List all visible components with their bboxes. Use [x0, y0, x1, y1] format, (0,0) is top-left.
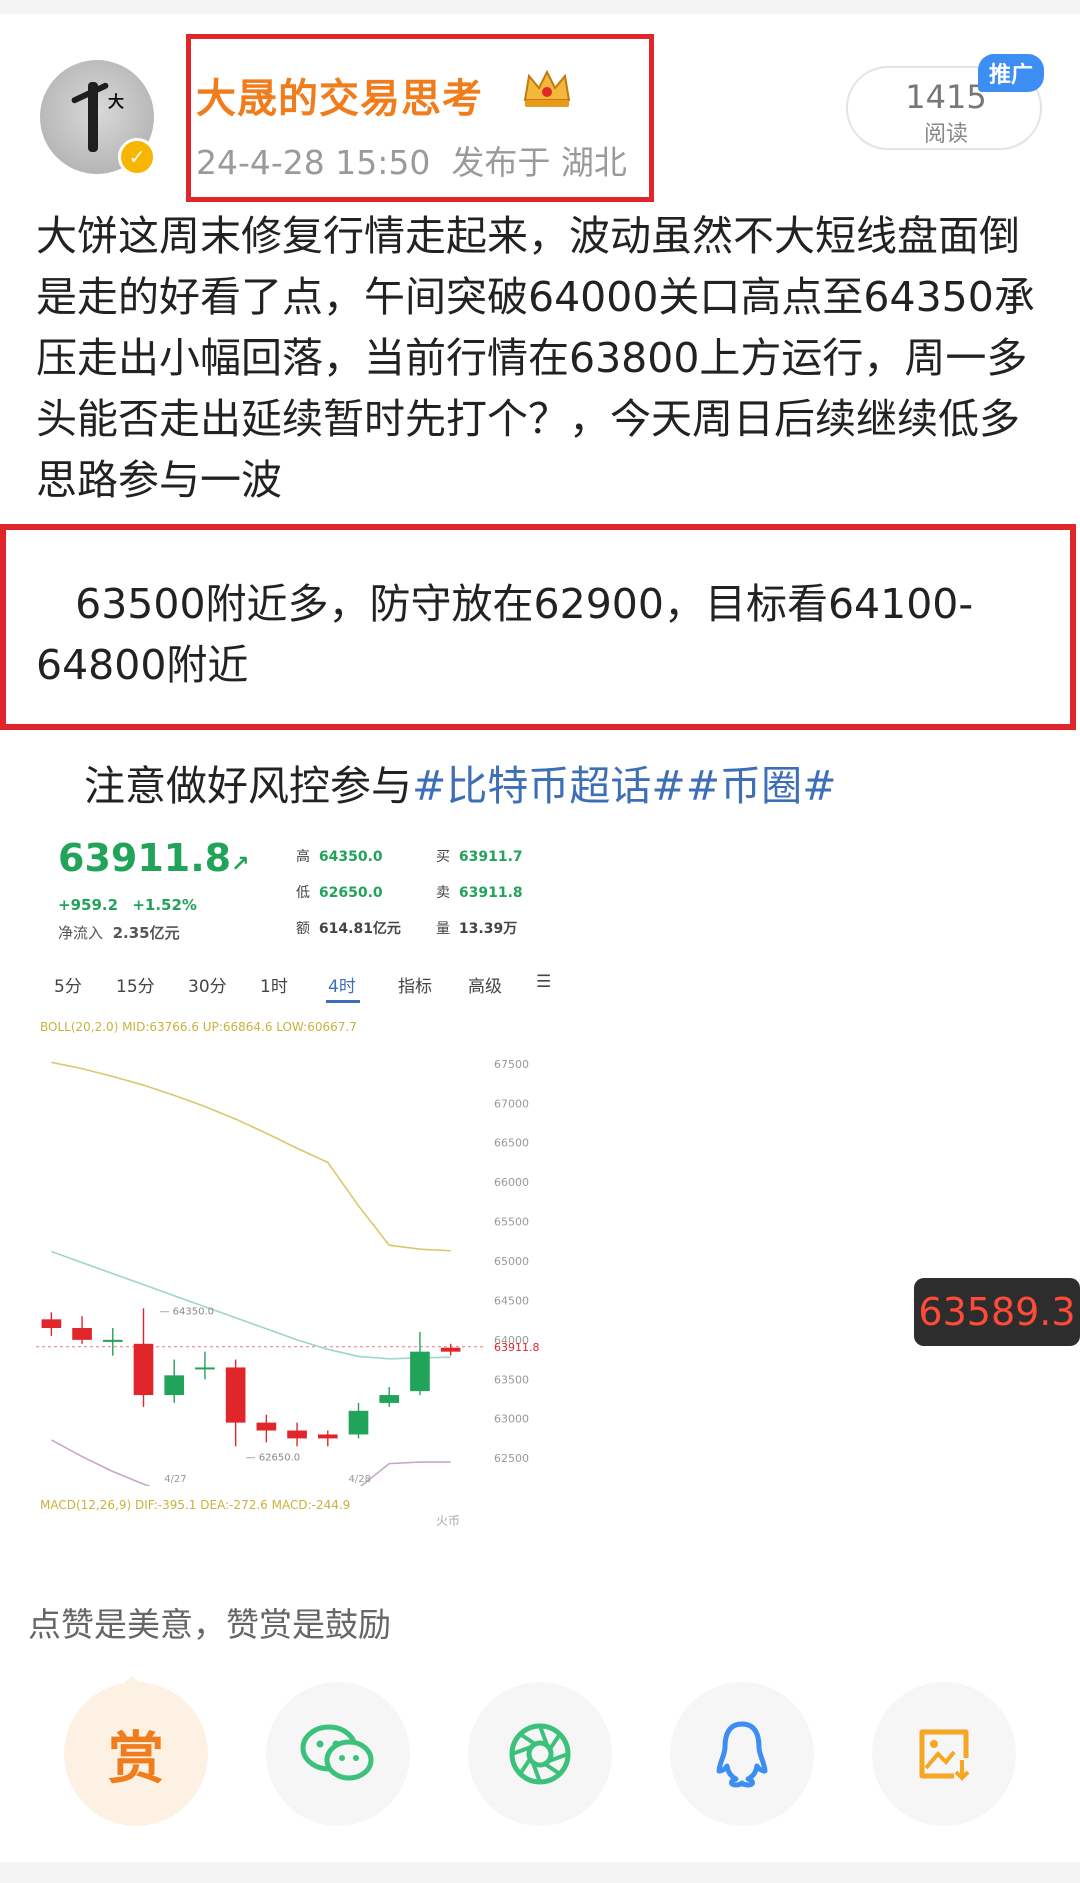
tab-5m[interactable]: 5分 — [54, 972, 82, 997]
candle-body — [133, 1343, 154, 1396]
date-label: 4/28 — [349, 1474, 371, 1485]
candle-body — [379, 1395, 400, 1403]
chart-ask: 卖 63911.8 — [436, 885, 523, 901]
wechat-icon — [300, 1724, 374, 1781]
chart-screenshot[interactable]: 63911.8↗ +959.2 +1.52% 净流入 2.35亿元 高 6435… — [36, 826, 576, 1536]
save-image-icon — [919, 1729, 970, 1781]
candle-body — [348, 1410, 369, 1435]
candle-body — [102, 1339, 123, 1342]
y-tick-label: 65500 — [494, 1216, 529, 1229]
share-wechat-button[interactable] — [266, 1682, 410, 1826]
bottom-divider — [0, 1862, 1080, 1883]
boll-upper-line — [51, 1061, 451, 1252]
chart-watermark: 火币 — [436, 1514, 461, 1528]
candle-body — [317, 1434, 338, 1439]
share-qq-button[interactable] — [670, 1682, 814, 1826]
y-tick-label: 67500 — [494, 1058, 529, 1071]
boll-readout: BOLL(20,2.0) MID:63766.6 UP:66864.6 LOW:… — [40, 1020, 357, 1034]
qq-icon — [716, 1721, 768, 1788]
y-tick-label: 66000 — [494, 1176, 529, 1189]
top-divider — [0, 0, 1080, 14]
chart-settings-icon[interactable]: ☰ — [536, 972, 551, 992]
location: 发布于 湖北 — [451, 143, 627, 182]
reward-icon: 赏 — [108, 1726, 164, 1792]
post-paragraph-3: 注意做好风控参与#比特币超话##币圈# — [84, 762, 837, 810]
reward-button[interactable]: 赏 — [64, 1682, 208, 1826]
crown-icon — [523, 69, 571, 107]
chart-timeframe-tabs: 5分 15分 30分 1时 4时 指标 高级 ☰ — [36, 966, 576, 1006]
candle-body — [195, 1367, 215, 1370]
candlestick-chart: 6750067000665006600065500650006450064000… — [36, 1058, 540, 1486]
moments-icon — [509, 1723, 571, 1785]
chart-volume: 量 13.39万 — [436, 921, 518, 937]
candle-body — [72, 1328, 92, 1340]
tab-advanced[interactable]: 高级 — [468, 972, 502, 997]
promo-badge[interactable]: 推广 — [978, 54, 1044, 92]
reward-caption: 点赞是美意，赞赏是鼓励 — [28, 1605, 391, 1644]
save-image-button[interactable] — [872, 1682, 1016, 1826]
timestamp: 24-4-28 15:50 — [196, 143, 431, 182]
y-tick-label: 62500 — [494, 1452, 529, 1465]
post-paragraph-2: 63500附近多，防守放在62900，目标看64100-64800附近 — [36, 574, 1036, 696]
trade-plan-text: 63500附近多，防守放在62900，目标看64100-64800附近 — [36, 580, 974, 689]
chart-amount: 额 614.81亿元 — [296, 921, 401, 937]
chart-change: +959.2 +1.52% — [58, 896, 197, 914]
active-tab-indicator — [326, 1000, 360, 1003]
y-tick-label: 64500 — [494, 1294, 529, 1307]
candle-body — [41, 1319, 62, 1329]
chart-bid: 买 63911.7 — [436, 849, 523, 865]
chart-low: 低 62650.0 — [296, 885, 383, 901]
chart-high: 高 64350.0 — [296, 849, 383, 865]
date-label: 4/27 — [164, 1474, 186, 1485]
candle-body — [287, 1430, 307, 1439]
high-marker-label: — 64350.0 — [160, 1306, 215, 1317]
tab-1h[interactable]: 1时 — [260, 972, 288, 997]
chart-price: 63911.8↗ — [58, 836, 250, 880]
hashtag-bitcoin[interactable]: #比特币超话# — [412, 762, 686, 810]
candle-body — [440, 1347, 461, 1352]
tab-15m[interactable]: 15分 — [116, 972, 155, 997]
low-marker-label: — 62650.0 — [246, 1452, 301, 1463]
candle-body — [410, 1351, 430, 1392]
current-price-label: 63911.8 — [494, 1341, 540, 1354]
username[interactable]: 大晟的交易思考 — [196, 66, 483, 124]
tab-indicators[interactable]: 指标 — [398, 972, 432, 997]
hashtag-crypto[interactable]: #币圈# — [686, 762, 837, 810]
post-meta: 24-4-28 15:50 发布于 湖北 — [196, 136, 627, 184]
y-tick-label: 66500 — [494, 1137, 529, 1150]
candle-body — [225, 1367, 246, 1423]
tab-4h[interactable]: 4时 — [328, 972, 356, 997]
chart-net-inflow: 净流入 2.35亿元 — [58, 924, 180, 942]
candle-body — [164, 1375, 185, 1396]
post-paragraph-1: 大饼这周末修复行情走起来，波动虽然不大短线盘面倒是走的好看了点，午间突破6400… — [36, 212, 1035, 504]
y-tick-label: 63500 — [494, 1373, 529, 1386]
share-action-bar: 赏 — [0, 1676, 1080, 1826]
floating-price-tag[interactable]: 63589.3 — [914, 1278, 1080, 1346]
read-label: 阅读 — [923, 122, 968, 147]
verified-icon: ✓ — [118, 138, 156, 176]
tab-30m[interactable]: 30分 — [188, 972, 227, 997]
share-moments-button[interactable] — [468, 1682, 612, 1826]
candle-body — [256, 1422, 277, 1431]
y-tick-label: 65000 — [494, 1255, 529, 1268]
y-tick-label: 67000 — [494, 1097, 529, 1110]
boll-mid-line — [51, 1250, 451, 1360]
macd-readout: MACD(12,26,9) DIF:-395.1 DEA:-272.6 MACD… — [40, 1498, 351, 1512]
y-tick-label: 63000 — [494, 1413, 529, 1426]
